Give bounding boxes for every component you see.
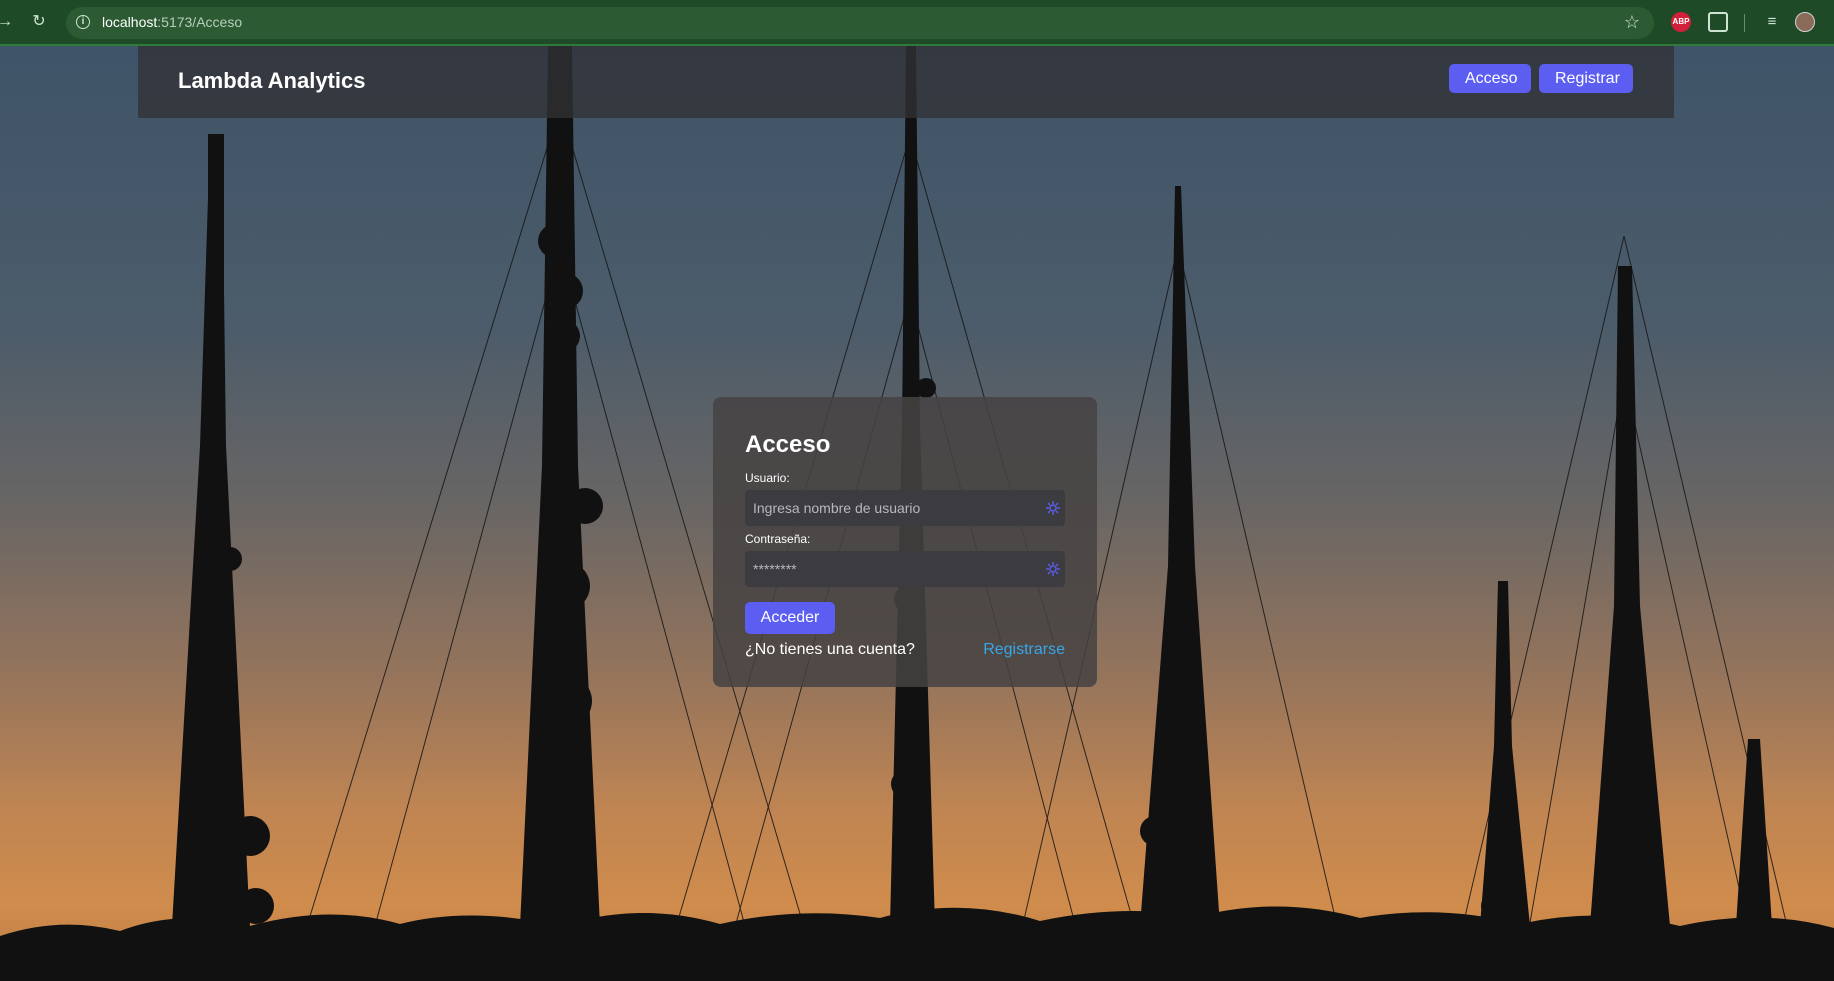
browser-toolbar: → ↻ i localhost:5173/Acceso ☆ ABP ≡ [0, 0, 1834, 46]
username-label: Usuario: [745, 471, 790, 485]
password-input[interactable] [745, 551, 1035, 587]
url-path: :5173/Acceso [157, 14, 243, 30]
register-link[interactable]: Registrarse [983, 641, 1065, 659]
login-submit-button[interactable]: Acceder [745, 602, 835, 634]
address-bar[interactable]: i localhost:5173/Acceso ☆ [66, 7, 1654, 39]
page-background: Lambda Analytics Acceso Registrar Acceso… [0, 46, 1834, 981]
reload-icon[interactable]: ↻ [28, 11, 50, 33]
password-label: Contraseña: [745, 532, 811, 546]
autofill-key-icon[interactable] [1045, 500, 1061, 516]
url-host: localhost [102, 14, 158, 30]
autofill-key-icon[interactable] [1045, 561, 1061, 577]
forward-icon[interactable]: → [0, 11, 16, 33]
media-control-icon[interactable]: ≡ [1762, 12, 1782, 32]
adblock-extension-icon[interactable]: ABP [1671, 12, 1691, 32]
username-field-wrapper [745, 490, 1065, 526]
brand-logo-text[interactable]: Lambda Analytics [178, 68, 365, 94]
url-text[interactable]: localhost:5173/Acceso [102, 14, 242, 30]
site-info-icon[interactable]: i [76, 15, 90, 29]
toolbar-divider [1744, 14, 1745, 32]
username-input[interactable] [745, 490, 1035, 526]
login-card: Acceso Usuario: Contraseña: [713, 397, 1097, 687]
nav-login-button[interactable]: Acceso [1449, 64, 1531, 93]
login-title: Acceso [745, 431, 831, 458]
nav-register-button[interactable]: Registrar [1539, 64, 1633, 93]
site-header: Lambda Analytics Acceso Registrar [138, 46, 1674, 118]
no-account-text: ¿No tienes una cuenta? [745, 641, 915, 658]
password-field-wrapper [745, 551, 1065, 587]
extensions-icon[interactable] [1708, 12, 1728, 32]
bookmark-star-icon[interactable]: ☆ [1624, 12, 1640, 33]
profile-avatar[interactable] [1795, 12, 1815, 32]
